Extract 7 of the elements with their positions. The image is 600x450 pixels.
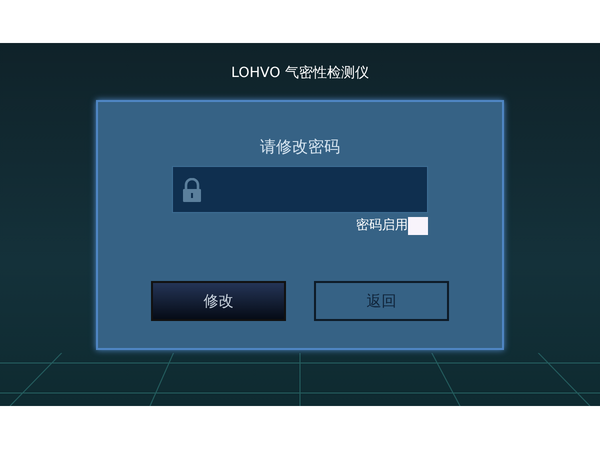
lock-icon [182, 178, 202, 202]
window-title: LOHVO 气密性检测仪 [231, 64, 369, 83]
password-field[interactable] [172, 166, 428, 213]
enable-password-label: 密码启用 [356, 217, 408, 235]
enable-password-checkbox[interactable] [408, 217, 428, 235]
dialog-heading: 请修改密码 [260, 136, 340, 158]
modify-button[interactable]: 修改 [151, 281, 286, 321]
